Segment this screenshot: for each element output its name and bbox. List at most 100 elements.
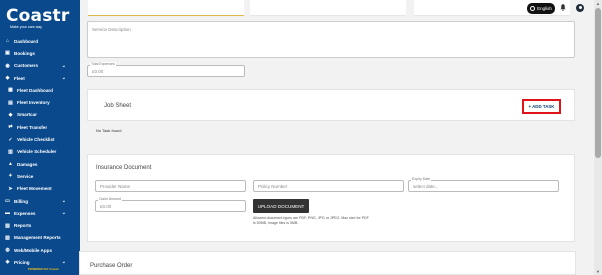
sidebar-item[interactable]: ✓ Vehicle Checklist — [0, 133, 80, 145]
logo-text: Coastr — [6, 6, 70, 26]
wrench-icon: ✦ — [8, 173, 13, 180]
pricing-icon: ◈ — [5, 259, 10, 266]
sidebar-item-label: Vehicle Scheduler — [17, 149, 57, 155]
car-icon: ◆ — [5, 75, 10, 82]
sidebar-item-label: Billing — [14, 198, 29, 204]
sidebar-item-label: Service — [17, 173, 34, 179]
sidebar-item-label: Fleet Inventory — [17, 100, 50, 106]
scroll-up-icon[interactable]: ▲ — [596, 1, 600, 6]
policy-number-placeholder: Policy Number — [258, 183, 288, 189]
total-expenses-label: Total Expenses — [90, 62, 116, 66]
dashboard-icon: ▦ — [8, 87, 13, 94]
insurance-card: Insurance Document — [87, 154, 575, 242]
sidebar-item-label: Fleet Dashboard — [17, 87, 53, 93]
transfer-icon: ⇄ — [8, 124, 13, 131]
sidebar-item[interactable]: ▭ Billing ⌄ — [0, 195, 80, 207]
sidebar-item[interactable]: ▣ Bookings — [0, 47, 80, 59]
sidebar-item-label: Vehicle Checklist — [17, 137, 55, 143]
sidebar-item[interactable]: ⌂ Dashboard — [0, 35, 80, 47]
language-button[interactable]: English — [527, 3, 555, 14]
sidebar-item-label: Reports — [14, 223, 32, 229]
calendar-icon: ▣ — [5, 50, 10, 57]
expiry-date-placeholder: select date... — [413, 183, 439, 189]
insurance-title: Insurance Document — [96, 165, 152, 171]
logo[interactable]: Coastr Make your cars way — [6, 6, 69, 29]
add-task-button[interactable]: + ADD TASK — [522, 99, 561, 114]
sidebar-item[interactable]: ▧ Reports — [0, 219, 80, 231]
inventory-icon: ▤ — [8, 99, 13, 106]
sidebar-item[interactable]: ▤ Fleet Inventory — [0, 96, 80, 108]
sidebar-item[interactable]: ⇄ Fleet Transfer — [0, 121, 80, 133]
sidebar-item[interactable]: ▥ Vehicle Scheduler — [0, 146, 80, 158]
billing-icon: ▭ — [5, 198, 10, 204]
chevron-down-icon: ⌄ — [61, 197, 66, 204]
sidebar-item-label: Fleet Transfer — [17, 124, 48, 130]
globe-icon — [530, 6, 536, 11]
car-icon: ◆ — [8, 111, 13, 118]
sidebar-item-label: Damages — [17, 161, 38, 167]
apps-icon: ◍ — [5, 247, 10, 254]
sidebar-item-label: Web/Mobile Apps — [14, 247, 53, 253]
sidebar-item-label: Dashboard — [14, 38, 38, 44]
sidebar-item-label: Expenses — [14, 210, 36, 216]
claim-amount-label: Claim Amount — [98, 197, 122, 201]
users-icon: ◉ — [5, 62, 10, 69]
total-expenses-value: £0.00 — [92, 68, 104, 74]
policy-number-input[interactable]: Policy Number — [253, 180, 404, 192]
sidebar-item[interactable]: ◆ Fleet ⌄ — [0, 72, 80, 84]
scroll-thumb[interactable] — [595, 8, 601, 158]
sidebar-item-label: Smartcar — [17, 112, 37, 118]
sidebar-item[interactable]: ▦ Fleet Dashboard — [0, 84, 80, 96]
expiry-date-input[interactable]: select date... — [408, 180, 559, 192]
upload-document-button[interactable]: UPLOAD DOCUMENT — [253, 199, 309, 213]
movement-icon: ➤ — [8, 185, 13, 192]
sidebar-item-label: Bookings — [14, 50, 35, 56]
user-icon[interactable] — [576, 4, 584, 12]
scrollbar[interactable]: ▲ ▼ — [594, 0, 602, 275]
reports-icon: ▧ — [5, 222, 10, 229]
sidebar: Coastr Make your cars way ⌂ Dashboard ▣ Boo… — [0, 0, 80, 275]
top-field-2[interactable] — [250, 0, 406, 16]
warning-icon: ▲ — [8, 161, 13, 168]
sidebar-item[interactable]: ◉ Customers ⌄ — [0, 60, 80, 72]
powered-by: POWERED BY Coastr — [28, 267, 59, 271]
chevron-down-icon: ⌄ — [61, 210, 66, 217]
sidebar-item[interactable]: ▬ Expenses ⌄ — [0, 207, 80, 219]
sidebar-item[interactable]: ▨ Management Reports — [0, 232, 80, 244]
sidebar-item-label: Fleet Movement — [17, 186, 52, 192]
provider-name-placeholder: Provider Name — [100, 183, 131, 189]
chevron-down-icon: ⌄ — [61, 259, 66, 266]
sidebar-item[interactable]: ✦ Service — [0, 170, 80, 182]
scheduler-icon: ▥ — [8, 148, 13, 155]
sidebar-item-label: Customers — [14, 63, 38, 69]
total-expenses-input[interactable]: £0.00 — [87, 65, 245, 77]
purchase-order-card: Purchase Order — [79, 251, 576, 275]
scroll-down-icon[interactable]: ▼ — [596, 269, 600, 274]
check-icon: ✓ — [8, 136, 13, 143]
no-task-text: No Task found — [96, 128, 122, 133]
job-sheet-card: Job Sheet — [87, 89, 575, 121]
management-reports-icon: ▨ — [5, 234, 10, 241]
claim-amount-value: £0.00 — [100, 203, 112, 209]
language-label: English — [537, 6, 552, 11]
bell-icon[interactable] — [560, 4, 566, 11]
service-description-placeholder: Service Description — [92, 27, 131, 32]
sidebar-nav: ⌂ Dashboard ▣ Bookings ◉ Customers ⌄ ◆ Fleet ⌄ ▦ Fl… — [0, 35, 80, 269]
upload-note: Allowed document types are PDF, PNG, JPG… — [253, 216, 369, 225]
claim-amount-input[interactable]: £0.00 — [95, 200, 246, 212]
sidebar-item[interactable]: ◆ Smartcar — [0, 109, 80, 121]
chevron-down-icon: ⌄ — [61, 74, 66, 81]
top-fields — [88, 0, 575, 18]
job-sheet-title: Job Sheet — [104, 103, 132, 109]
sidebar-item[interactable]: ◍ Web/Mobile Apps — [0, 244, 80, 256]
provider-name-input[interactable]: Provider Name — [95, 180, 246, 192]
sidebar-item[interactable]: ➤ Fleet Movement — [0, 183, 80, 195]
sidebar-item[interactable]: ▲ Damages — [0, 158, 80, 170]
service-description-textarea[interactable]: Service Description — [87, 21, 575, 58]
top-field-1[interactable] — [88, 0, 244, 16]
expiry-date-label: Expiry Date — [411, 177, 432, 181]
purchase-order-title: Purchase Order — [90, 263, 133, 269]
home-icon: ⌂ — [5, 38, 10, 45]
chevron-down-icon: ⌄ — [61, 62, 66, 69]
sidebar-item-label: Fleet — [14, 75, 25, 81]
